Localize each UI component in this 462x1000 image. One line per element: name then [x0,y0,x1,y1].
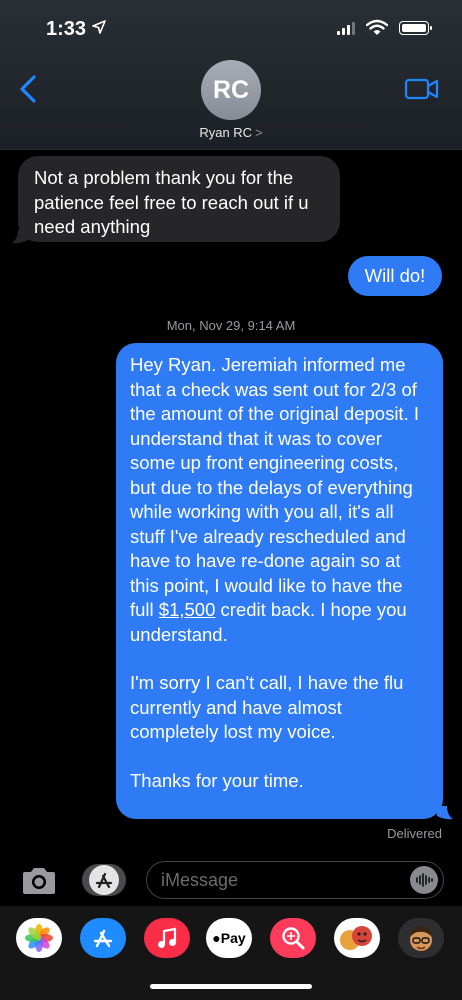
photos-app-icon[interactable] [16,918,62,958]
message-timestamp: Mon, Nov 29, 9:14 AM [166,318,296,333]
app-store-app-icon[interactable] [80,918,126,958]
camera-icon[interactable] [20,866,58,896]
contact-name: Ryan RC [199,125,253,140]
battery-icon [399,21,432,35]
app-store-icon [89,865,119,895]
video-call-icon[interactable] [404,76,440,102]
imessage-input[interactable]: iMessage [146,861,444,899]
apple-logo-icon: ● [212,930,221,946]
apple-pay-app-icon[interactable]: ●Pay [206,918,252,958]
wifi-icon [366,19,388,35]
memoji-app-icon[interactable] [398,918,444,958]
message-paragraph: Hey Ryan. Jeremiah informed me that a ch… [130,354,419,645]
memoji-stickers-app-icon[interactable] [334,918,380,958]
money-amount-link[interactable]: $1,500 [159,599,216,620]
conversation-header: 1:33 RC Ryan RC > [0,0,462,150]
outgoing-message[interactable]: Will do! [348,256,442,296]
message-paragraph: Thanks for your time. [130,769,304,791]
app-store-drawer-button[interactable] [82,864,126,896]
waveform-icon [416,873,433,887]
message-text: Will do! [364,265,426,286]
incoming-message[interactable]: Not a problem thank you for the patience… [18,156,340,242]
status-time: 1:33 [46,18,87,40]
image-search-app-icon[interactable] [270,918,316,958]
delivered-status: Delivered [387,826,442,841]
input-placeholder: iMessage [161,870,239,890]
cellular-signal-icon [337,22,355,35]
contact-avatar[interactable]: RC [201,60,261,120]
apple-pay-label: Pay [220,930,246,946]
message-text: Not a problem thank you for the patience… [34,167,309,237]
contact-name-button[interactable]: Ryan RC > [0,125,462,140]
location-arrow-icon [92,20,106,34]
music-app-icon[interactable] [144,918,190,958]
outgoing-message[interactable]: Hey Ryan. Jeremiah informed me that a ch… [116,343,443,819]
chevron-right-icon: > [255,125,263,140]
message-paragraph: I'm sorry I can't call, I have the flu c… [130,672,404,742]
home-indicator[interactable] [150,984,312,989]
back-chevron-icon[interactable] [14,72,42,106]
avatar-initials: RC [212,75,250,104]
audio-message-button[interactable] [410,866,438,894]
